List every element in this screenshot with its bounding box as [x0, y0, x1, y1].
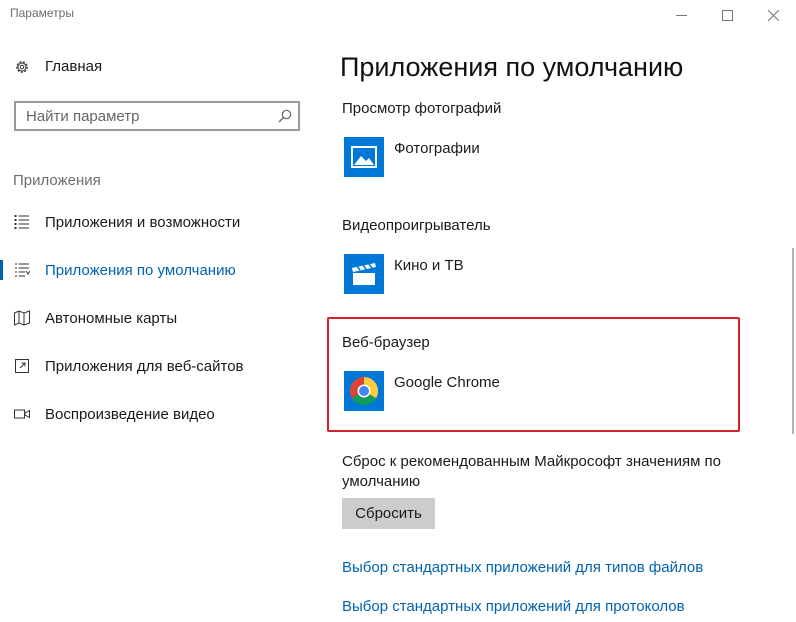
- sidebar-home[interactable]: Главная: [14, 58, 102, 75]
- search-icon[interactable]: [278, 109, 292, 123]
- web-browser-app-name: Google Chrome: [394, 374, 500, 391]
- sidebar-section-label: Приложения: [13, 172, 101, 189]
- sidebar-item-apps-websites[interactable]: Приложения для веб-сайтов: [0, 346, 320, 386]
- page-title: Приложения по умолчанию: [340, 52, 684, 82]
- sidebar-home-label: Главная: [45, 58, 103, 75]
- selection-indicator: [0, 260, 3, 280]
- sidebar-item-label: Воспроизведение видео: [45, 405, 215, 423]
- apps-list-icon: [14, 215, 29, 229]
- chrome-app-icon: [344, 371, 384, 411]
- map-icon: [14, 310, 30, 326]
- maximize-button[interactable]: [704, 0, 750, 30]
- photo-viewer-heading: Просмотр фотографий: [342, 100, 502, 117]
- photos-app-icon: [344, 137, 384, 177]
- scrollbar[interactable]: [792, 248, 794, 434]
- sidebar-item-video-playback[interactable]: Воспроизведение видео: [0, 394, 320, 434]
- minimize-button[interactable]: [658, 0, 704, 30]
- maximize-icon: [721, 9, 733, 21]
- title-bar: Параметры: [0, 0, 796, 30]
- sidebar-item-apps-features[interactable]: Приложения и возможности: [0, 202, 320, 242]
- gear-icon: [16, 60, 28, 73]
- search-input[interactable]: [26, 107, 266, 125]
- sidebar-item-label: Автономные карты: [45, 309, 178, 327]
- search-box[interactable]: [14, 101, 300, 131]
- choose-apps-by-protocol-link[interactable]: Выбор стандартных приложений для протоко…: [342, 598, 685, 615]
- reset-button[interactable]: Сбросить: [342, 498, 435, 529]
- minimize-icon: [675, 14, 687, 16]
- web-browser-app[interactable]: Google Chrome: [344, 371, 500, 411]
- video-icon: [14, 409, 30, 419]
- sidebar-item-label: Приложения для веб-сайтов: [45, 357, 244, 375]
- sidebar-item-label: Приложения по умолчанию: [45, 261, 236, 279]
- sidebar-item-default-apps[interactable]: Приложения по умолчанию: [0, 250, 320, 290]
- open-in-window-icon: [15, 359, 29, 373]
- default-apps-icon: [15, 263, 30, 277]
- video-player-app[interactable]: Кино и ТВ: [344, 254, 464, 294]
- choose-apps-by-file-type-link[interactable]: Выбор стандартных приложений для типов ф…: [342, 559, 703, 576]
- reset-description: Сброс к рекомендованным Майкрософт значе…: [342, 453, 722, 490]
- video-player-heading: Видеопроигрыватель: [342, 217, 491, 234]
- photo-viewer-app-name: Фотографии: [394, 140, 480, 157]
- video-player-app-name: Кино и ТВ: [394, 257, 464, 274]
- movies-tv-app-icon: [344, 254, 384, 294]
- close-button[interactable]: [750, 0, 796, 30]
- close-icon: [767, 9, 779, 21]
- photo-viewer-app[interactable]: Фотографии: [344, 137, 480, 177]
- window-title: Параметры: [10, 6, 74, 20]
- sidebar-item-label: Приложения и возможности: [45, 213, 241, 231]
- sidebar-item-offline-maps[interactable]: Автономные карты: [0, 298, 320, 338]
- web-browser-heading: Веб-браузер: [342, 334, 430, 351]
